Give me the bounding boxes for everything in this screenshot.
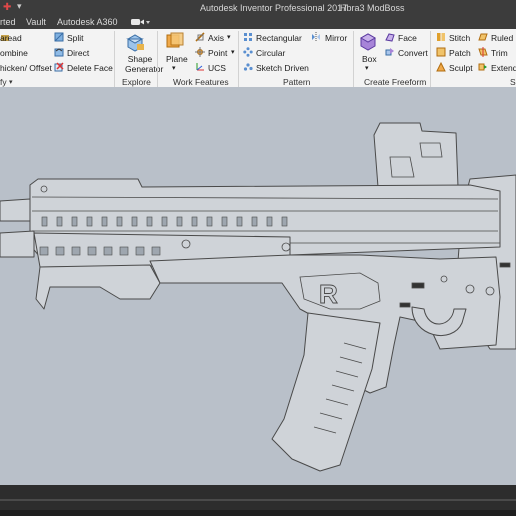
sketch-driven-pattern-icon — [243, 63, 253, 71]
freeform-box-dropdown-icon[interactable]: ▾ — [365, 64, 369, 72]
rectangular-pattern-button[interactable]: Rectangular — [256, 33, 302, 43]
stock-latch — [499, 262, 511, 268]
ribbon-separator — [157, 31, 158, 87]
circular-pattern-icon — [243, 47, 253, 57]
create-freeform-group-label: Create Freeform — [364, 77, 427, 87]
point-icon — [195, 47, 205, 57]
modify-group-label: fy — [0, 77, 7, 87]
patch-button[interactable]: Patch — [449, 48, 471, 58]
ribbon-separator — [430, 31, 431, 87]
app-title: Autodesk Inventor Professional 2017 — [200, 3, 348, 13]
quick-access-dropdown-icon[interactable]: ▾ — [17, 1, 22, 12]
document-tabs-strip[interactable] — [0, 510, 516, 516]
split-button[interactable]: Split — [67, 33, 84, 43]
modify-group-dropdown-icon[interactable]: ▾ — [9, 78, 13, 86]
tab-getting-started[interactable]: rted — [0, 17, 16, 27]
axis-icon — [195, 32, 205, 42]
mirror-icon — [312, 32, 320, 42]
foregrip — [35, 264, 161, 310]
ruled-surface-icon — [478, 33, 488, 41]
ribbon-tab-row: rted Vault Autodesk A360 — [0, 17, 516, 29]
rifle-model[interactable]: R — [0, 87, 516, 485]
extend-button[interactable]: Extend — [491, 63, 516, 73]
status-bar — [0, 485, 516, 516]
mirror-button[interactable]: Mirror — [325, 33, 347, 43]
work-features-group-label: Work Features — [173, 77, 229, 87]
selector-slot — [411, 282, 425, 289]
freeform-box-icon — [359, 33, 377, 51]
ribbon-separator — [114, 31, 115, 87]
delete-face-button[interactable]: Delete Face — [67, 63, 113, 73]
ribbon-separator — [238, 31, 239, 87]
freeform-face-icon — [385, 33, 395, 42]
plane-dropdown-icon[interactable]: ▾ — [172, 64, 176, 72]
plane-button[interactable]: Plane — [166, 54, 188, 64]
thread-button[interactable]: aread — [0, 33, 22, 43]
thicken-offset-button[interactable]: hicken/ Offset — [0, 63, 52, 73]
video-camera-icon[interactable] — [129, 17, 151, 27]
pattern-group-label: Pattern — [283, 77, 311, 87]
status-divider — [0, 499, 516, 501]
rectangular-pattern-icon — [244, 33, 252, 41]
rear-sight-block — [373, 122, 459, 188]
graphics-viewport[interactable]: R — [0, 87, 516, 485]
document-title: Hbra3 ModBoss — [340, 3, 405, 13]
magazine — [271, 312, 381, 472]
freeform-convert-button[interactable]: Convert — [398, 48, 428, 58]
combine-button[interactable]: ombine — [0, 48, 28, 58]
ruled-surface-button[interactable]: Ruled S — [491, 33, 516, 43]
stitch-button[interactable]: Stitch — [449, 33, 470, 43]
trim-icon — [478, 47, 488, 57]
shape-generator-label: Shape Generator — [125, 54, 164, 74]
point-dropdown-icon[interactable]: ▾ — [231, 48, 235, 56]
ucs-icon — [196, 63, 204, 71]
tab-autodesk-a360[interactable]: Autodesk A360 — [57, 17, 118, 27]
ucs-button[interactable]: UCS — [208, 63, 226, 73]
app-menu-icon[interactable]: ✚ — [3, 2, 11, 13]
direct-edit-icon — [54, 48, 64, 57]
extend-icon — [478, 63, 487, 71]
explore-group-label: Explore — [122, 77, 151, 87]
axis-dropdown-icon[interactable]: ▾ — [227, 33, 231, 41]
split-icon — [54, 32, 64, 42]
grip-logo-letter: R — [319, 279, 338, 309]
freeform-face-button[interactable]: Face — [398, 33, 417, 43]
shape-generator-icon — [126, 34, 144, 52]
freeform-box-button[interactable]: Box — [362, 54, 377, 64]
selector-slot — [399, 302, 411, 308]
direct-button[interactable]: Direct — [67, 48, 89, 58]
axis-button[interactable]: Axis — [208, 33, 224, 43]
surface-group-label: S — [510, 77, 516, 87]
shape-generator-button[interactable]: Shape Generator — [125, 54, 164, 74]
barrel — [0, 230, 35, 258]
patch-icon — [436, 47, 446, 57]
delete-face-icon — [54, 62, 64, 72]
stitch-icon — [437, 33, 445, 41]
freeform-convert-icon — [385, 48, 394, 56]
ribbon-separator — [353, 31, 354, 87]
title-bar: ✚ ▾ Autodesk Inventor Professional 2017 … — [0, 0, 516, 17]
plane-icon — [166, 32, 184, 48]
sketch-driven-pattern-button[interactable]: Sketch Driven — [256, 63, 309, 73]
muzzle-device — [0, 198, 31, 222]
sculpt-icon — [436, 62, 446, 72]
sculpt-button[interactable]: Sculpt — [449, 63, 473, 73]
circular-pattern-button[interactable]: Circular — [256, 48, 285, 58]
trim-button[interactable]: Trim — [491, 48, 508, 58]
point-button[interactable]: Point — [208, 48, 227, 58]
tab-vault[interactable]: Vault — [26, 17, 46, 27]
